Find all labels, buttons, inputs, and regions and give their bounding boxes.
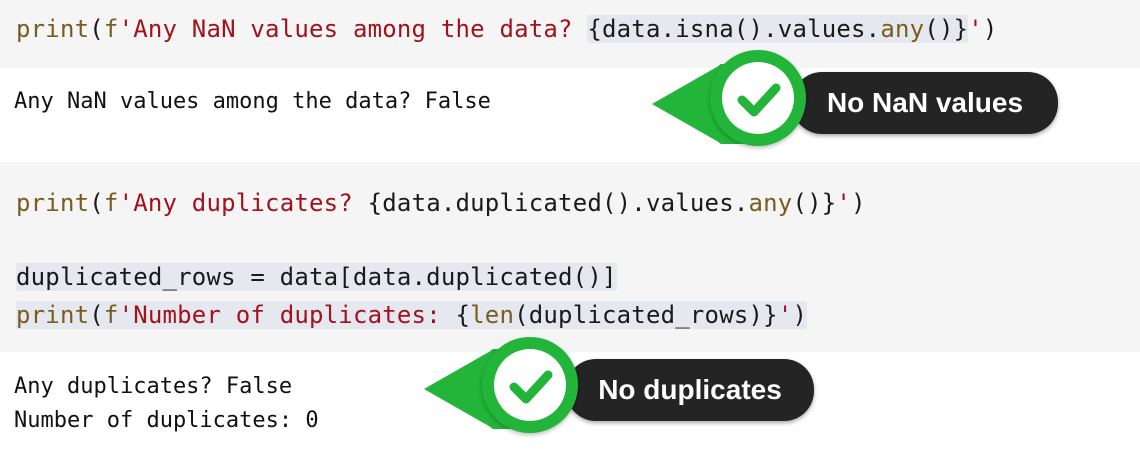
code-line: print(f'Number of duplicates: {len(dupli…	[16, 300, 808, 330]
check-icon	[737, 83, 781, 117]
string-literal: 'Any duplicates?	[118, 189, 368, 217]
check-icon	[509, 370, 553, 404]
brace: }	[763, 301, 778, 329]
output-line: Any NaN values among the data? False	[14, 89, 491, 114]
status-badge: No NaN values	[792, 72, 1058, 134]
string-literal: 'Number of duplicates:	[118, 301, 456, 329]
call-parens: ()	[792, 189, 822, 217]
callout-nan: No NaN values	[652, 50, 1072, 162]
status-badge: No duplicates	[566, 359, 814, 421]
callout-duplicates: No duplicates	[424, 337, 824, 447]
check-badge	[482, 337, 578, 433]
fstring-prefix: f	[103, 301, 119, 329]
paren: )	[982, 15, 998, 43]
call-parens: ()	[924, 15, 954, 43]
code-line: print(f'Any NaN values among the data? {…	[16, 14, 998, 44]
code-line: duplicated_rows = data[data.duplicated()…	[16, 262, 617, 292]
string-end: '	[777, 301, 793, 329]
expression-text: (duplicated_rows)	[514, 301, 764, 329]
check-badge	[710, 50, 806, 146]
selected-code: print(f'Number of duplicates: {len(dupli…	[16, 301, 808, 329]
paren: (	[89, 301, 104, 329]
len-keyword: len	[470, 301, 515, 329]
fstring-expression: {data.isna().values.any()}	[587, 15, 969, 43]
print-keyword: print	[16, 15, 90, 43]
code-cell-2[interactable]: print(f'Any duplicates? {data.duplicated…	[0, 162, 1140, 352]
string-end: '	[968, 15, 983, 43]
expression-text: data.isna().values.	[602, 15, 881, 43]
print-keyword: print	[16, 189, 90, 217]
paren: )	[792, 301, 808, 329]
method-name: any	[748, 189, 793, 217]
output-line: Number of duplicates: 0	[14, 408, 319, 433]
brace: {	[587, 15, 602, 43]
code-line: print(f'Any duplicates? {data.duplicated…	[16, 188, 866, 218]
fstring-prefix: f	[103, 189, 119, 217]
fstring-prefix: f	[103, 15, 119, 43]
brace: }	[953, 15, 969, 43]
print-keyword: print	[16, 301, 90, 329]
paren: )	[851, 189, 866, 217]
paren: (	[89, 15, 104, 43]
output-line: Any duplicates? False	[14, 374, 293, 399]
string-end: '	[836, 189, 852, 217]
expression-text: data.duplicated().values.	[382, 189, 749, 217]
paren: (	[89, 189, 104, 217]
string-literal: 'Any NaN values among the data?	[118, 15, 588, 43]
brace: {	[455, 301, 471, 329]
method-name: any	[880, 15, 925, 43]
selected-code: duplicated_rows = data[data.duplicated()…	[16, 263, 617, 291]
brace: }	[821, 189, 837, 217]
brace: {	[367, 189, 383, 217]
